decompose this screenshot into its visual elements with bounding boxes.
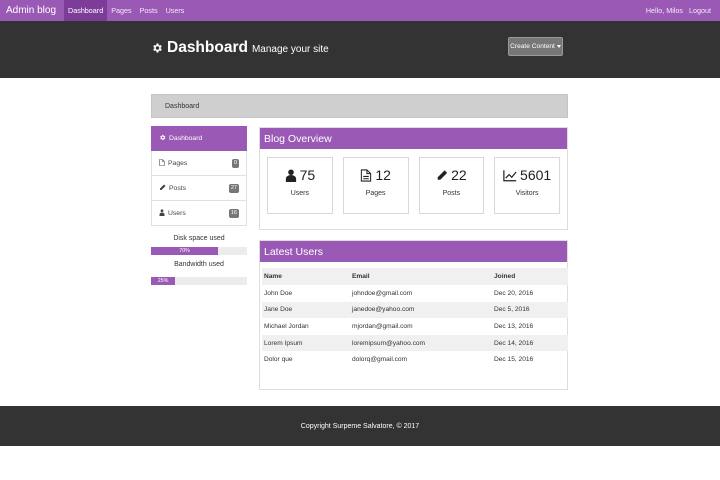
- nav-posts[interactable]: Posts: [136, 0, 162, 21]
- breadcrumb-item-dashboard: Dashboard: [165, 102, 200, 110]
- sidebar: Dashboard Pages 0 Posts 27 Users 16 Disk…: [151, 126, 247, 285]
- user-icon: [285, 168, 296, 182]
- sidebar-item-label: Pages: [168, 159, 188, 167]
- page-header: Dashboard Manage your site Create Conten…: [0, 21, 720, 78]
- nav-links: Dashboard Pages Posts Users: [64, 0, 188, 21]
- cell-email: janedoe@yahoo.com: [350, 301, 492, 319]
- user-icon: [159, 208, 165, 218]
- stat-label: Visitors: [515, 190, 539, 197]
- cell-joined: Dec 15, 2016: [494, 356, 534, 364]
- cell-email: mjordan@gmail.com: [352, 322, 413, 330]
- gear-icon: [153, 43, 162, 53]
- progress-fill: 70%: [151, 247, 219, 255]
- disk-space-label: Disk space used: [173, 235, 225, 242]
- logout-link[interactable]: Logout: [686, 6, 714, 15]
- latest-users-panel: Latest Users Name Email Joined John Doe …: [259, 240, 568, 390]
- top-navbar: Admin blog Dashboard Pages Posts Users H…: [0, 0, 720, 21]
- nav-pages[interactable]: Pages: [107, 0, 135, 21]
- cell-joined: Dec 20, 2016: [494, 289, 534, 297]
- progress-text: 25%: [157, 278, 169, 284]
- column-header: Name: [262, 268, 350, 285]
- sidebar-item-label: Posts: [169, 184, 186, 192]
- page-icon: [361, 168, 372, 182]
- stat-card-posts: 22 Posts: [418, 157, 485, 214]
- overview-cards: 75 Users 12 Pages 22 Posts 5601 Visitors: [260, 149, 567, 214]
- cell-email: loremipsum@yahoo.com: [350, 334, 492, 352]
- table-header-row: Name Email Joined: [262, 268, 568, 285]
- progress-fill: 25%: [151, 277, 175, 285]
- stat-value: 12: [375, 167, 391, 183]
- sidebar-item-posts[interactable]: Posts 27: [151, 176, 247, 201]
- panel-heading: Latest Users: [260, 241, 567, 262]
- table-row: Jane Doe janedoe@yahoo.com Dec 5, 2016: [262, 301, 568, 319]
- page-subtitle: Manage your site: [251, 44, 329, 55]
- nav-dashboard[interactable]: Dashboard: [64, 0, 108, 21]
- page-footer: Copyright Surpeme Salvatore, © 2017: [0, 406, 720, 446]
- blog-overview-panel: Blog Overview 75 Users 12 Pages 22 Posts: [259, 127, 568, 230]
- sidebar-item-pages[interactable]: Pages 0: [151, 151, 247, 176]
- count-badge: 16: [228, 209, 239, 218]
- cell-name: John Doe: [264, 289, 293, 297]
- count-badge: 27: [228, 184, 239, 193]
- stat-card-visitors: 5601 Visitors: [494, 157, 560, 214]
- panel-heading: Blog Overview: [260, 128, 567, 149]
- create-content-dropdown-button[interactable]: Create Content: [508, 37, 563, 56]
- cell-joined: Dec 5, 2016: [492, 301, 568, 319]
- stat-label: Pages: [365, 190, 386, 197]
- column-header: Email: [350, 268, 492, 285]
- breadcrumb: Dashboard: [151, 94, 568, 118]
- sidebar-item-label: Dashboard: [169, 135, 203, 142]
- user-greeting-link[interactable]: Hello, Milos: [643, 6, 686, 15]
- table-row: Michael Jordan mjordan@gmail.com Dec 13,…: [262, 318, 568, 335]
- create-content-label: Create Content: [510, 43, 555, 50]
- table-row: Lorem Ipsum loremipsum@yahoo.com Dec 14,…: [262, 334, 568, 352]
- page-title: Dashboard Manage your site: [151, 39, 329, 57]
- stat-value: 75: [299, 167, 316, 183]
- count-badge: 0: [231, 159, 239, 168]
- page-icon: [159, 158, 165, 168]
- cell-email: dolorq@gmail.com: [352, 356, 408, 364]
- chart-line-icon: [503, 169, 517, 181]
- cell-name: Michael Jordan: [264, 322, 309, 330]
- cell-name: Dolor que: [264, 356, 293, 364]
- cell-joined: Dec 14, 2016: [492, 334, 568, 352]
- nav-right: Hello, Milos Logout: [643, 6, 720, 15]
- column-header: Joined: [492, 268, 568, 285]
- stat-card-pages: 12 Pages: [342, 157, 409, 214]
- stat-label: Posts: [442, 190, 461, 197]
- nav-users[interactable]: Users: [162, 0, 189, 21]
- disk-space-progress: 70%: [151, 247, 247, 255]
- caret-down-icon: [556, 45, 561, 48]
- sidebar-item-users[interactable]: Users 16: [151, 201, 247, 226]
- progress-text: 70%: [179, 248, 190, 254]
- table-row: Dolor que dolorq@gmail.com Dec 15, 2016: [262, 351, 568, 368]
- pencil-icon: [159, 184, 166, 193]
- pencil-icon: [437, 169, 448, 180]
- copyright-text: Copyright Surpeme Salvatore, © 2017: [300, 422, 420, 430]
- stat-value: 22: [451, 167, 467, 183]
- brand-link[interactable]: Admin blog: [0, 5, 64, 16]
- bandwidth-label: Bandwidth used: [174, 261, 224, 268]
- stat-value: 5601: [520, 167, 552, 183]
- stat-label: Users: [290, 190, 310, 197]
- page-heading: Dashboard: [167, 39, 248, 56]
- gear-icon: [159, 134, 166, 143]
- cell-name: Jane Doe: [262, 301, 350, 319]
- sidebar-item-label: Users: [168, 209, 186, 217]
- users-table: Name Email Joined John Doe johndoe@gmail…: [262, 268, 568, 368]
- cell-name: Lorem Ipsum: [262, 334, 350, 352]
- table-row: John Doe johndoe@gmail.com Dec 20, 2016: [262, 285, 568, 302]
- cell-email: johndoe@gmail.com: [352, 289, 413, 297]
- sidebar-item-dashboard[interactable]: Dashboard: [151, 126, 247, 151]
- stat-card-users: 75 Users: [267, 157, 333, 214]
- cell-joined: Dec 13, 2016: [494, 322, 534, 330]
- bandwidth-progress: 25%: [151, 277, 247, 285]
